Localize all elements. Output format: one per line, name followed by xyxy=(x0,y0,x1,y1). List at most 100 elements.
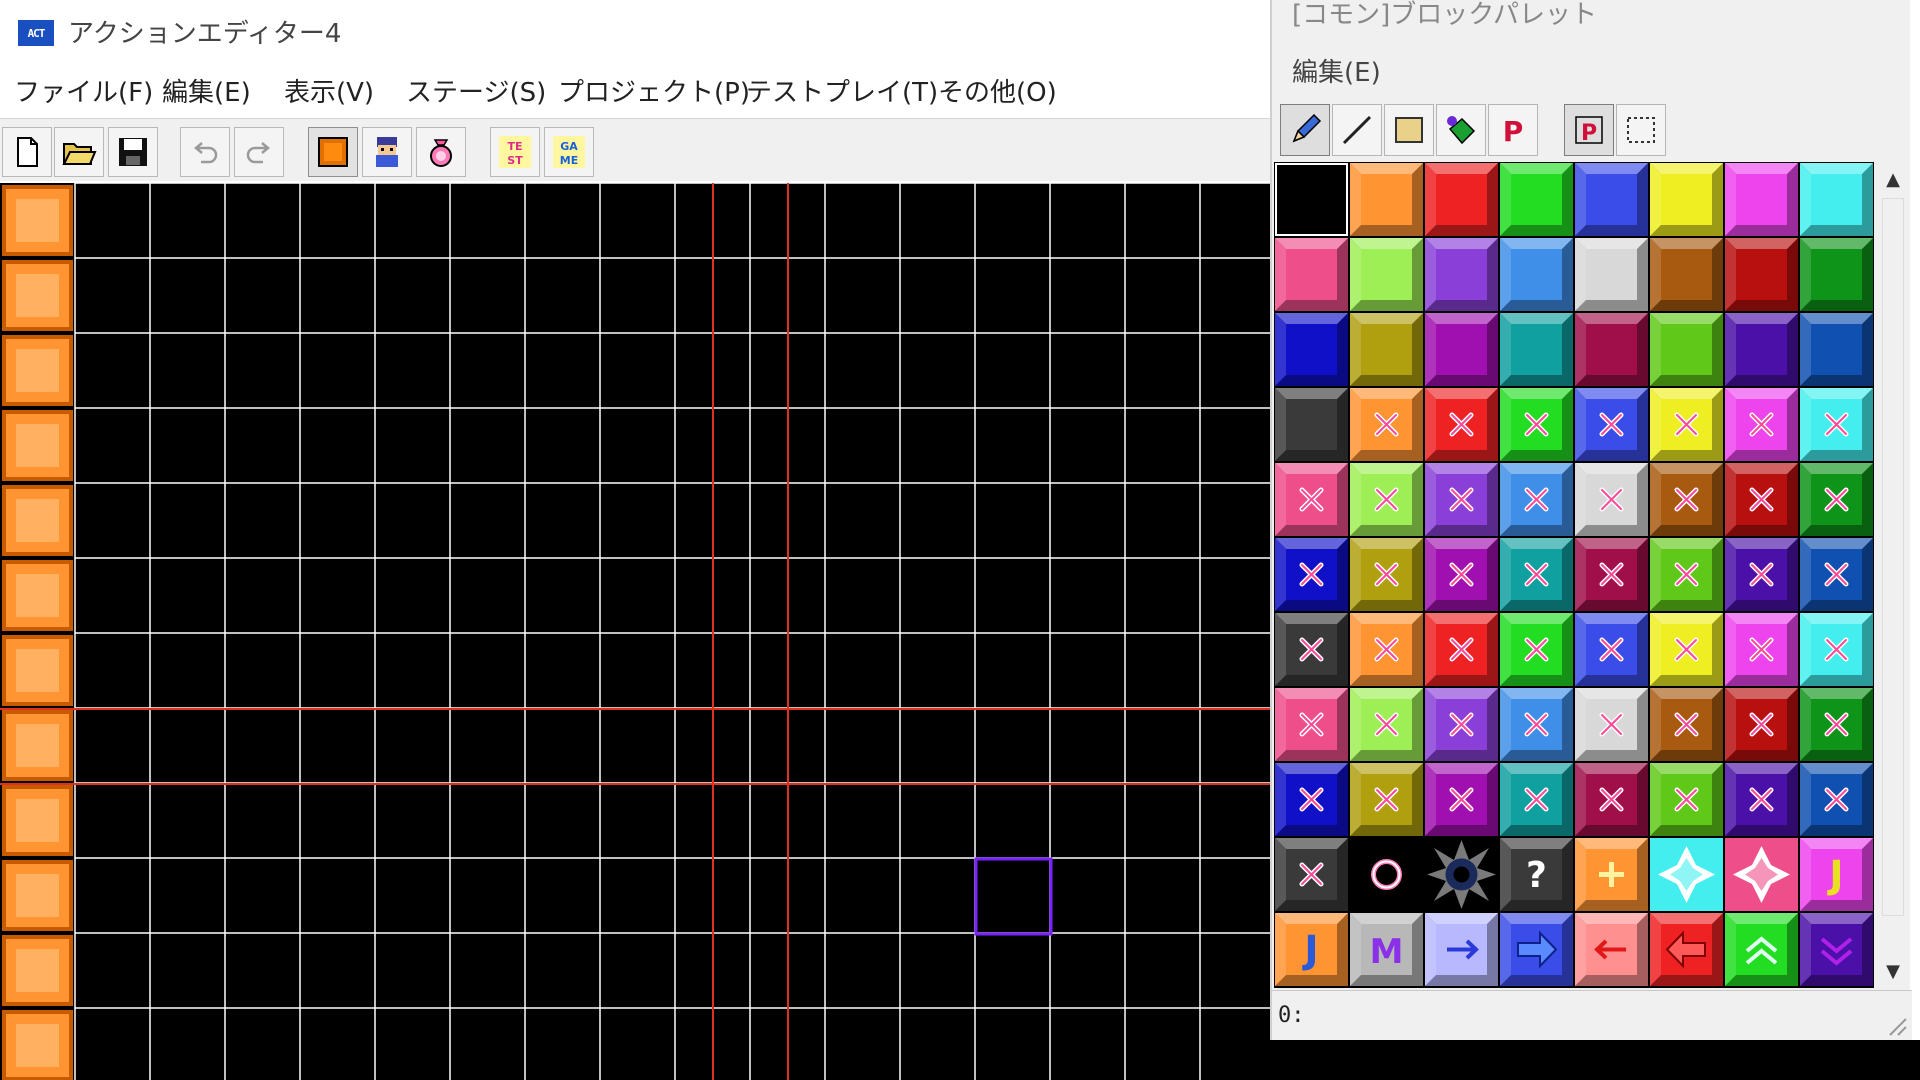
palette-block-plain[interactable] xyxy=(1724,312,1799,387)
palette-block-x[interactable] xyxy=(1424,612,1499,687)
select-tool-button[interactable] xyxy=(1616,104,1666,156)
palette-block-x[interactable] xyxy=(1349,462,1424,537)
palette-block-star[interactable] xyxy=(1649,837,1724,912)
new-file-button[interactable] xyxy=(2,127,52,177)
pencil-tool-button[interactable] xyxy=(1280,104,1330,156)
palette-block-spike[interactable] xyxy=(1424,837,1499,912)
open-button[interactable] xyxy=(54,127,104,177)
palette-block-x[interactable] xyxy=(1799,387,1874,462)
palette-block-plain[interactable] xyxy=(1424,237,1499,312)
palette-block-x[interactable] xyxy=(1424,687,1499,762)
palette-block-plain[interactable] xyxy=(1424,162,1499,237)
palette-block-plain[interactable] xyxy=(1499,237,1574,312)
menu-file[interactable]: ファイル(F) xyxy=(14,76,153,110)
palette-block-x[interactable] xyxy=(1724,387,1799,462)
palette-block-x[interactable] xyxy=(1499,537,1574,612)
palette-block-x[interactable] xyxy=(1649,612,1724,687)
palette-block-x[interactable] xyxy=(1499,687,1574,762)
menu-testplay[interactable]: テストプレイ(T) xyxy=(746,76,938,110)
palette-block-x[interactable] xyxy=(1574,612,1649,687)
redo-button[interactable] xyxy=(234,127,284,177)
palette-block-chevron-down[interactable] xyxy=(1799,912,1874,987)
scroll-down-icon[interactable]: ▼ xyxy=(1876,954,1910,988)
palette-block-plain[interactable] xyxy=(1349,162,1424,237)
menu-project[interactable]: プロジェクト(P) xyxy=(558,76,750,110)
line-tool-button[interactable] xyxy=(1332,104,1382,156)
palette-block-plus[interactable] xyxy=(1574,837,1649,912)
palette-block-x[interactable] xyxy=(1424,537,1499,612)
palette-block-x[interactable] xyxy=(1799,762,1874,837)
palette-block-x[interactable] xyxy=(1349,537,1424,612)
resize-grip-icon[interactable] xyxy=(1884,1013,1908,1037)
palette-block-plain[interactable] xyxy=(1424,312,1499,387)
menu-other[interactable]: その他(O) xyxy=(938,76,1057,110)
palette-block-x[interactable] xyxy=(1424,762,1499,837)
menu-view[interactable]: 表示(V) xyxy=(284,76,374,110)
palette-block-plain[interactable] xyxy=(1649,312,1724,387)
palette-block-x[interactable] xyxy=(1724,762,1799,837)
save-button[interactable] xyxy=(108,127,158,177)
rectangle-tool-button[interactable] xyxy=(1384,104,1434,156)
palette-block-x[interactable] xyxy=(1424,387,1499,462)
palette-block-x[interactable] xyxy=(1499,762,1574,837)
palette-block-plain[interactable] xyxy=(1499,162,1574,237)
palette-block-plain[interactable] xyxy=(1574,312,1649,387)
undo-button[interactable] xyxy=(180,127,230,177)
palette-block-plain[interactable] xyxy=(1649,237,1724,312)
palette-block-x[interactable] xyxy=(1274,837,1349,912)
palette-block-plain[interactable] xyxy=(1499,312,1574,387)
palette-menu-edit[interactable]: 編集(E) xyxy=(1292,56,1381,90)
palette-block-x[interactable] xyxy=(1799,537,1874,612)
palette-block-plain[interactable] xyxy=(1799,237,1874,312)
palette-block-x[interactable] xyxy=(1574,687,1649,762)
stage-map-grid[interactable] xyxy=(0,183,1270,1080)
palette-block-plain[interactable] xyxy=(1349,312,1424,387)
palette-block-x[interactable] xyxy=(1649,537,1724,612)
palette-block-x[interactable] xyxy=(1574,537,1649,612)
palette-block-x[interactable] xyxy=(1799,612,1874,687)
block-layer-button[interactable] xyxy=(308,127,358,177)
palette-block-letter-m[interactable]: M xyxy=(1349,912,1424,987)
palette-block-arrow-right-bold[interactable] xyxy=(1499,912,1574,987)
palette-block-x[interactable] xyxy=(1349,762,1424,837)
palette-block-x[interactable] xyxy=(1649,687,1724,762)
palette-block-black[interactable] xyxy=(1274,162,1349,237)
palette-block-x[interactable] xyxy=(1724,462,1799,537)
palette-block-plain[interactable] xyxy=(1799,312,1874,387)
palette-block-plain[interactable] xyxy=(1724,162,1799,237)
palette-block-arrow-left-bold[interactable] xyxy=(1649,912,1724,987)
palette-block-letter-j[interactable]: J xyxy=(1799,837,1874,912)
item-layer-button[interactable] xyxy=(416,127,466,177)
palette-block-x[interactable] xyxy=(1499,612,1574,687)
palette-block-x[interactable] xyxy=(1574,462,1649,537)
palette-block-x[interactable] xyxy=(1649,387,1724,462)
palette-block-x[interactable] xyxy=(1499,462,1574,537)
palette-block-x[interactable] xyxy=(1724,612,1799,687)
palette-block-x[interactable] xyxy=(1649,462,1724,537)
palette-block-x[interactable] xyxy=(1274,462,1349,537)
palette-block-x[interactable] xyxy=(1799,687,1874,762)
palette-block-star[interactable] xyxy=(1724,837,1799,912)
fill-tool-button[interactable] xyxy=(1436,104,1486,156)
palette-block-plain[interactable] xyxy=(1574,162,1649,237)
p-selected-tool-button[interactable]: P xyxy=(1564,104,1614,156)
palette-block-letter-j[interactable]: J xyxy=(1274,912,1349,987)
palette-block-circle[interactable] xyxy=(1349,837,1424,912)
palette-block-x[interactable] xyxy=(1724,687,1799,762)
palette-block-x[interactable] xyxy=(1274,762,1349,837)
test-play-button[interactable]: TE ST xyxy=(490,127,540,177)
palette-block-plain[interactable] xyxy=(1724,237,1799,312)
palette-block-x[interactable] xyxy=(1724,537,1799,612)
scroll-thumb[interactable] xyxy=(1882,198,1904,916)
menu-stage[interactable]: ステージ(S) xyxy=(406,76,546,110)
palette-block-x[interactable] xyxy=(1274,537,1349,612)
palette-block-plain[interactable] xyxy=(1349,237,1424,312)
palette-block-x[interactable] xyxy=(1274,687,1349,762)
palette-scrollbar[interactable]: ▲ ▼ xyxy=(1876,162,1910,988)
palette-block-plain[interactable] xyxy=(1799,162,1874,237)
game-play-button[interactable]: GA ME xyxy=(544,127,594,177)
palette-block-arrow-left[interactable] xyxy=(1574,912,1649,987)
palette-block-plain[interactable] xyxy=(1274,237,1349,312)
character-layer-button[interactable] xyxy=(362,127,412,177)
palette-block-x[interactable] xyxy=(1349,612,1424,687)
